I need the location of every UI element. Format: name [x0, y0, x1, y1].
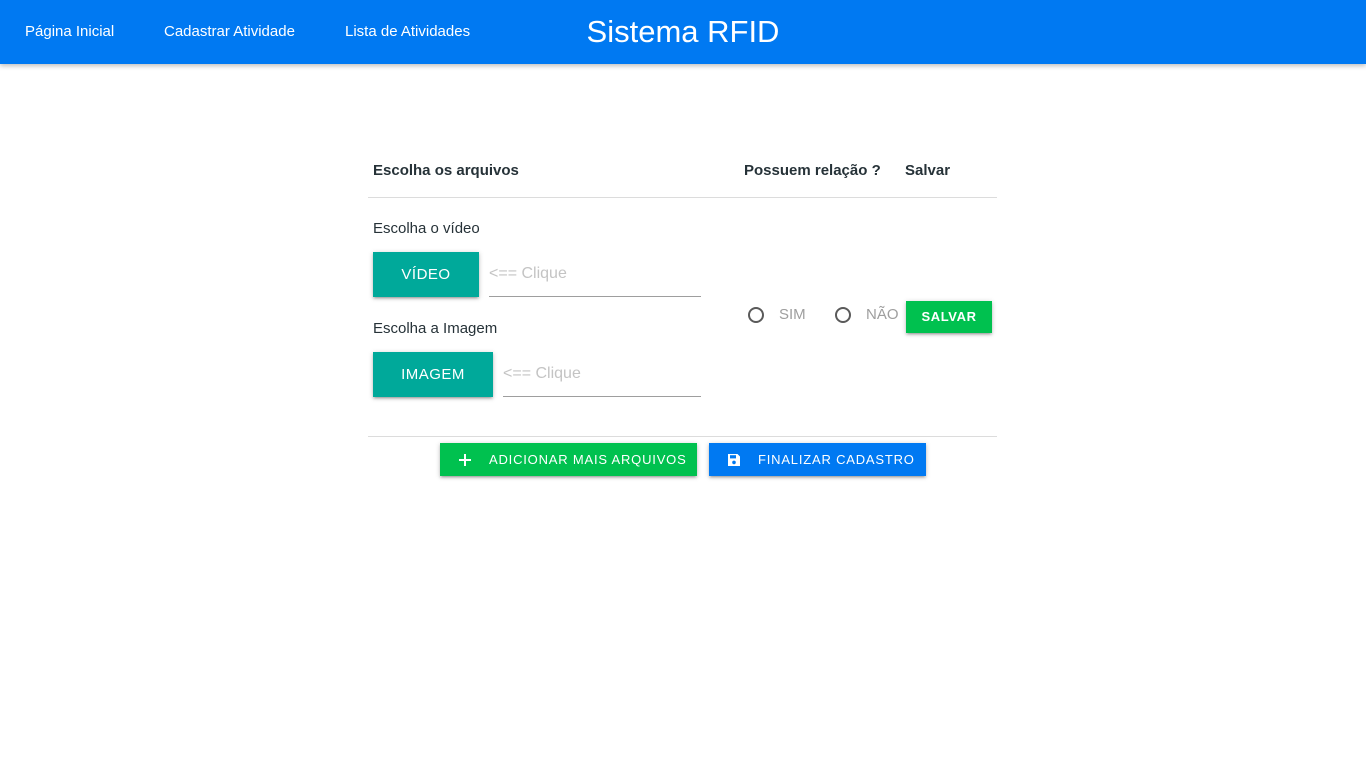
radio-nao[interactable] [835, 307, 851, 323]
header-divider [368, 197, 997, 198]
add-more-files-label: ADICIONAR MAIS ARQUIVOS [489, 452, 687, 467]
video-label: Escolha o vídeo [373, 220, 480, 237]
video-button[interactable]: VÍDEO [373, 252, 479, 297]
finish-registration-button[interactable]: FINALIZAR CADASTRO [709, 443, 926, 476]
header-save: Salvar [905, 162, 951, 179]
row-divider [368, 436, 997, 437]
video-file-field[interactable] [489, 251, 701, 297]
header-relation: Possuem relação ? [744, 162, 881, 179]
header-files: Escolha os arquivos [373, 162, 519, 179]
image-label: Escolha a Imagem [373, 320, 498, 337]
top-navbar: Página Inicial Cadastrar Atividade Lista… [0, 0, 1366, 64]
radio-sim-label[interactable]: SIM [779, 306, 806, 323]
radio-sim[interactable] [748, 307, 764, 323]
plus-icon [458, 443, 472, 476]
nav-link-activity-list[interactable]: Lista de Atividades [345, 0, 470, 64]
image-file-field[interactable] [503, 351, 701, 397]
image-button[interactable]: IMAGEM [373, 352, 493, 397]
save-button[interactable]: SALVAR [906, 301, 992, 333]
nav-link-register-activity[interactable]: Cadastrar Atividade [164, 0, 295, 64]
nav-link-home[interactable]: Página Inicial [25, 0, 114, 64]
floppy-disk-icon [727, 443, 741, 476]
finish-registration-label: FINALIZAR CADASTRO [758, 452, 915, 467]
brand-title[interactable]: Sistema RFID [587, 14, 780, 49]
add-more-files-button[interactable]: ADICIONAR MAIS ARQUIVOS [440, 443, 697, 476]
radio-nao-label[interactable]: NÃO [866, 306, 899, 323]
